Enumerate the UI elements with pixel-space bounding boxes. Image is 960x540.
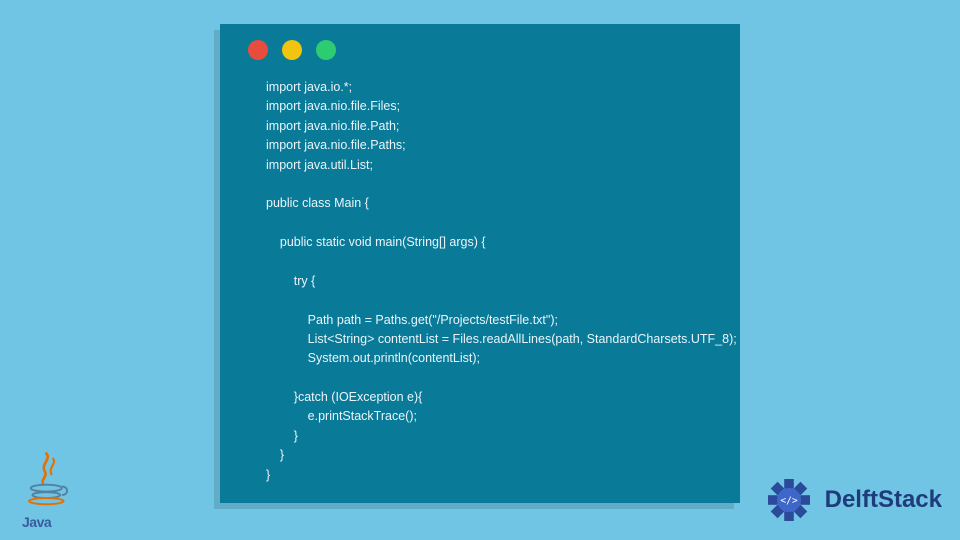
close-icon xyxy=(248,40,268,60)
java-label: Java xyxy=(22,514,74,530)
window-controls xyxy=(248,40,718,60)
delftstack-label: DelftStack xyxy=(825,486,942,514)
code-block: import java.io.*; import java.nio.file.F… xyxy=(242,78,718,485)
delftstack-badge-icon: </> xyxy=(759,470,819,530)
delftstack-logo: </> DelftStack xyxy=(759,470,942,530)
svg-text:</>: </> xyxy=(780,496,798,507)
minimize-icon xyxy=(282,40,302,60)
zoom-icon xyxy=(316,40,336,60)
java-logo: Java xyxy=(22,450,74,530)
code-window: import java.io.*; import java.nio.file.F… xyxy=(220,24,740,503)
java-cup-icon xyxy=(22,450,74,511)
